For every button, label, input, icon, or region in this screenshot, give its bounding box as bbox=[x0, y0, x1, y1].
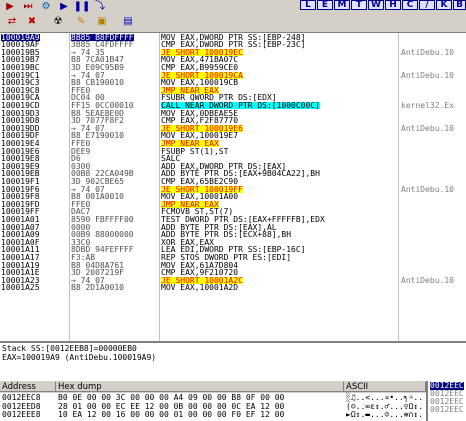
step-into-icon[interactable]: ▶ bbox=[2, 0, 18, 13]
disasm-comment: kernel32.Ex bbox=[401, 100, 454, 110]
disasm-row[interactable]: 100019C3 B8 CB190010 MOV EAX,100019CB bbox=[0, 79, 466, 87]
disasm-address: 10001A25 bbox=[1, 283, 40, 293]
dump-ascii: ►Ω↕.▬...☺...≡∩↕. bbox=[346, 410, 424, 419]
window-icon[interactable]: ▤ bbox=[120, 15, 136, 28]
folder-icon[interactable]: ▣ bbox=[94, 15, 110, 28]
letter-button-b[interactable]: B bbox=[453, 0, 466, 10]
letter-button-c[interactable]: C bbox=[402, 0, 418, 10]
disasm-comment: AntiDebu.10 bbox=[401, 184, 454, 194]
ascii-column-header[interactable]: ASCII bbox=[344, 382, 426, 392]
hex-dump-pane[interactable]: 0012EEC8 B0 0E 00 00 3C 00 00 00 A4 09 00… bbox=[0, 393, 426, 421]
info-pane: Stack SS:[0012EEB8]=00000EB0 EAX=100019A… bbox=[0, 341, 466, 381]
letter-button-slash[interactable]: / bbox=[419, 0, 435, 10]
letter-button-m[interactable]: M bbox=[334, 0, 350, 10]
disasm-row[interactable]: 10001A09 00B9 88000000 ADD BYTE PTR DS:[EC… bbox=[0, 231, 466, 239]
disasm-row[interactable]: 100019F8 B8 001A0010 MOV EAX,10001A00 bbox=[0, 193, 466, 201]
dump-hex: 10 EA 12 00 16 00 00 00 01 00 00 00 F0 E… bbox=[58, 410, 285, 419]
stack-pane[interactable]: 0012EEC 0012EEC 0012EEC 0012EEC bbox=[426, 381, 466, 421]
disassembly-pane[interactable]: 100019A9 8B85 B8FDFFFF MOV EAX,DWORD PTR S… bbox=[0, 33, 466, 341]
info-stack-line: Stack SS:[0012EEB8]=00000EB0 bbox=[2, 344, 137, 353]
disasm-row[interactable]: 100019E4 FFE0 JMP NEAR EAX bbox=[0, 140, 466, 148]
disasm-hex: B8 2D1A0010 bbox=[71, 283, 124, 293]
step-icon[interactable]: ⤵ bbox=[92, 0, 108, 13]
disasm-comment: AntiDebu.10 bbox=[401, 123, 454, 133]
restart-icon[interactable]: ⇄ bbox=[4, 15, 20, 28]
step-over-icon[interactable]: ⏭ bbox=[20, 0, 36, 13]
letter-button-k[interactable]: K bbox=[436, 0, 452, 10]
address-column-header[interactable]: Address bbox=[0, 382, 56, 392]
letter-button-l[interactable]: L bbox=[300, 0, 316, 10]
disasm-comment: AntiDebu.10 bbox=[401, 47, 454, 57]
pause-icon[interactable]: ❚❚ bbox=[74, 0, 91, 13]
trace-icon[interactable]: ⚙ bbox=[38, 0, 54, 13]
animate-icon[interactable]: ✎ bbox=[73, 15, 89, 28]
run-icon[interactable]: ▶ bbox=[56, 0, 72, 13]
trace-over-icon[interactable]: ☢ bbox=[50, 15, 66, 28]
dump-address: 0012EEE8 bbox=[2, 410, 41, 419]
disasm-row[interactable]: 100019E6 DEE9 FSUBP ST(1),ST bbox=[0, 147, 466, 156]
disasm-row[interactable]: 100019DF B8 E7190010 MOV EAX,100019E7 bbox=[0, 132, 466, 140]
info-eax-line: EAX=100019A9 (AntiDebu.100019A9) bbox=[2, 353, 157, 362]
disasm-row[interactable]: 100019FD FFE0 JMP NEAR EAX bbox=[0, 200, 466, 209]
disasm-comment: AntiDebu.10 bbox=[401, 275, 454, 285]
disasm-row[interactable]: 10001A25 B8 2D1A0010 MOV EAX,10001A2D bbox=[0, 284, 466, 292]
hex-dump-column-header[interactable]: Hex dump bbox=[56, 382, 344, 392]
disasm-instruction: MOV EAX,10001A2D bbox=[161, 283, 239, 293]
stack-line: 0012EEC bbox=[430, 405, 464, 414]
letter-button-t[interactable]: T bbox=[351, 0, 367, 10]
letter-button-w[interactable]: W bbox=[368, 0, 384, 10]
dump-header: Address Hex dump ASCII bbox=[0, 381, 426, 393]
letter-button-e[interactable]: E bbox=[317, 0, 333, 10]
letter-button-h[interactable]: H bbox=[385, 0, 401, 10]
disasm-comment: AntiDebu.10 bbox=[401, 70, 454, 80]
toolbar: ▶ ⏭ ⚙ ▶ ❚❚ ⤵ ⇄ ✖ ☢ ✎ ▣ ▤ L E M T W H C /… bbox=[0, 0, 466, 33]
close-icon[interactable]: ✖ bbox=[24, 15, 40, 28]
